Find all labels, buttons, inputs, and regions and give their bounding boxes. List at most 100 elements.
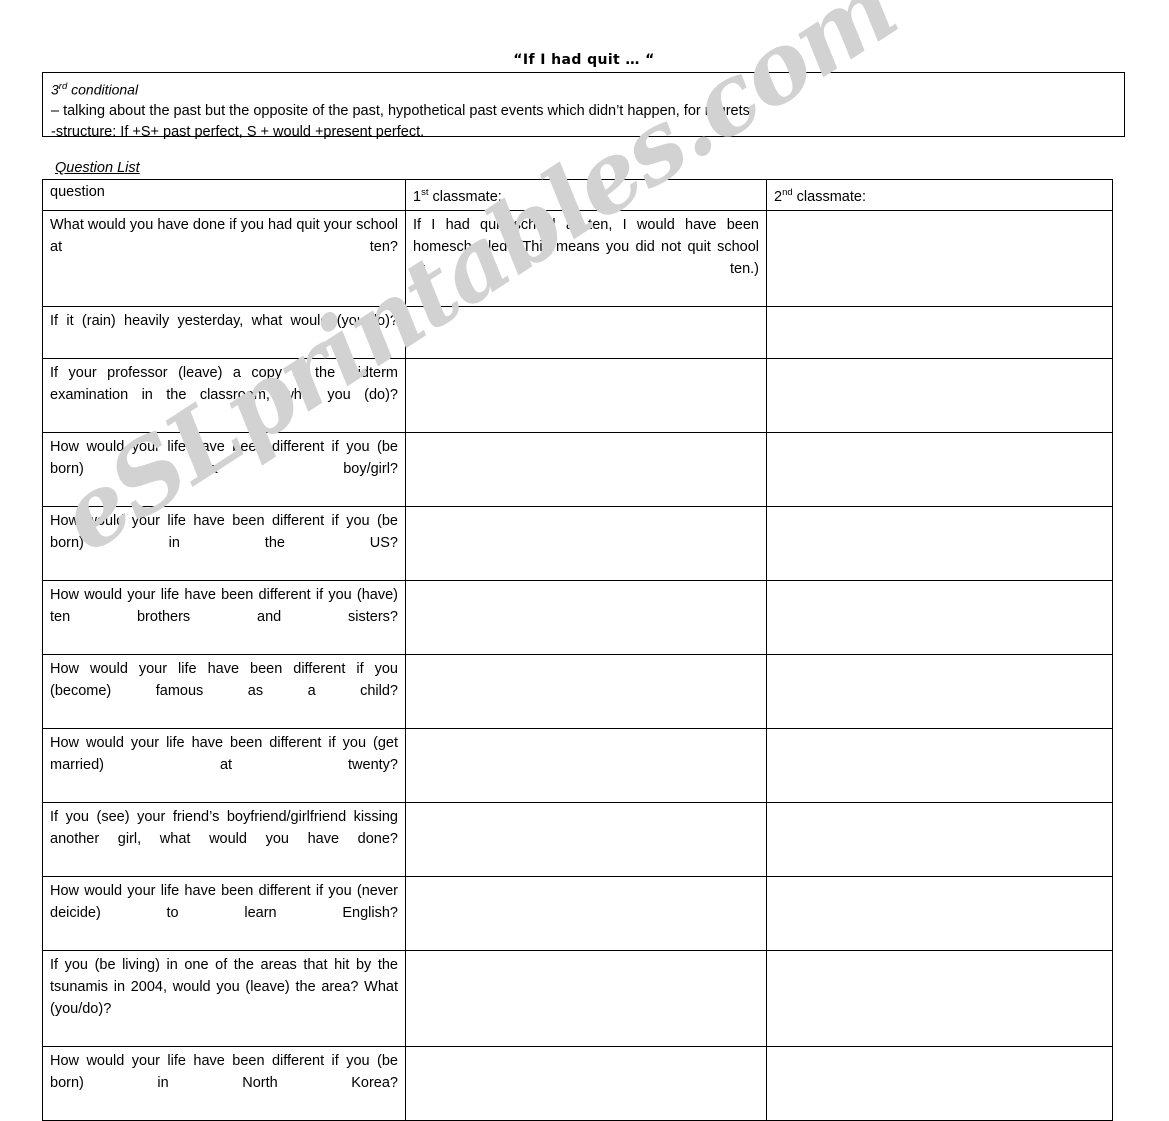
first-classmate-answer-text xyxy=(413,732,759,754)
first-classmate-answer-text xyxy=(413,436,759,458)
question-text: How would your life have been different … xyxy=(50,512,398,551)
first-classmate-answer-cell[interactable] xyxy=(405,653,767,729)
grammar-explanation-box: 3rd conditional – talking about the past… xyxy=(42,72,1125,140)
table-row: How would your life have been different … xyxy=(42,875,1113,951)
grammar-heading: 3rd conditional xyxy=(51,76,1118,101)
second-classmate-answer-cell[interactable] xyxy=(766,505,1113,581)
column-header-question: question xyxy=(42,179,406,211)
table-row: How would your life have been different … xyxy=(42,505,1113,581)
second-classmate-answer-cell[interactable] xyxy=(766,1045,1113,1121)
table-row: How would your life have been different … xyxy=(42,579,1113,655)
question-cell: How would your life have been different … xyxy=(42,431,406,507)
question-cell: If you (be living) in one of the areas t… xyxy=(42,949,406,1047)
first-classmate-answer-text xyxy=(413,310,759,332)
table-row: If you (be living) in one of the areas t… xyxy=(42,949,1113,1047)
first-classmate-answer-cell[interactable] xyxy=(405,949,767,1047)
second-classmate-answer-text xyxy=(774,954,1105,976)
second-classmate-answer-cell[interactable] xyxy=(766,305,1113,359)
first-classmate-answer-cell[interactable] xyxy=(405,505,767,581)
question-cell: If you (see) your friend’s boyfriend/gir… xyxy=(42,801,406,877)
question-text: What would you have done if you had quit… xyxy=(50,216,398,255)
question-text: How would your life have been different … xyxy=(50,586,398,625)
column-header-second-classmate: 2nd classmate: xyxy=(766,179,1113,211)
second-classmate-answer-cell[interactable] xyxy=(766,875,1113,951)
first-classmate-answer-text xyxy=(413,362,759,384)
second-classmate-answer-cell[interactable] xyxy=(766,949,1113,1047)
second-classmate-ordinal-suffix: nd xyxy=(782,187,793,198)
question-list-table: question 1st classmate: 2nd classmate: W… xyxy=(42,179,1113,1121)
table-row: If it (rain) heavily yesterday, what wou… xyxy=(42,305,1113,359)
first-classmate-answer-text xyxy=(413,658,759,680)
question-text: If you (see) your friend’s boyfriend/gir… xyxy=(50,808,398,847)
first-classmate-answer-text xyxy=(413,1050,759,1072)
question-table-body: What would you have done if you had quit… xyxy=(42,209,1113,1121)
first-classmate-answer-cell[interactable] xyxy=(405,1045,767,1121)
first-classmate-rest: classmate: xyxy=(428,188,502,205)
question-cell: How would your life have been different … xyxy=(42,1045,406,1121)
table-row: How would your life have been different … xyxy=(42,727,1113,803)
second-classmate-answer-text xyxy=(774,658,1105,680)
table-row: What would you have done if you had quit… xyxy=(42,209,1113,307)
table-row: If your professor (leave) a copy of the … xyxy=(42,357,1113,433)
second-classmate-answer-text xyxy=(774,880,1105,902)
second-classmate-rest: classmate: xyxy=(792,188,866,205)
question-cell: If it (rain) heavily yesterday, what wou… xyxy=(42,305,406,359)
question-text: How would your life have been different … xyxy=(50,438,398,477)
question-list-label: Question List xyxy=(55,160,140,176)
second-classmate-answer-text xyxy=(774,436,1105,458)
question-cell: What would you have done if you had quit… xyxy=(42,209,406,307)
first-classmate-answer-cell[interactable] xyxy=(405,727,767,803)
first-classmate-number: 1 xyxy=(413,188,422,205)
question-text: If your professor (leave) a copy of the … xyxy=(50,364,398,403)
page-title: “If I had quit … “ xyxy=(513,52,655,68)
second-classmate-answer-text xyxy=(774,806,1105,828)
first-classmate-answer-cell[interactable] xyxy=(405,875,767,951)
question-text: How would your life have been different … xyxy=(50,882,398,921)
table-header-row: question 1st classmate: 2nd classmate: xyxy=(42,179,1113,211)
first-classmate-answer-cell[interactable] xyxy=(405,431,767,507)
second-classmate-answer-cell[interactable] xyxy=(766,653,1113,729)
second-classmate-answer-text xyxy=(774,310,1105,332)
second-classmate-answer-cell[interactable] xyxy=(766,801,1113,877)
second-classmate-answer-text xyxy=(774,362,1105,384)
first-classmate-answer-cell[interactable] xyxy=(405,357,767,433)
first-classmate-answer-text xyxy=(413,510,759,532)
second-classmate-answer-cell[interactable] xyxy=(766,431,1113,507)
question-text: If you (be living) in one of the areas t… xyxy=(50,956,398,1017)
question-cell: How would your life have been different … xyxy=(42,653,406,729)
table-row: How would your life have been different … xyxy=(42,431,1113,507)
question-cell: How would your life have been different … xyxy=(42,727,406,803)
first-classmate-answer-text xyxy=(413,584,759,606)
second-classmate-answer-text xyxy=(774,584,1105,606)
question-cell: How would your life have been different … xyxy=(42,875,406,951)
table-row: How would your life have been different … xyxy=(42,1045,1113,1121)
second-classmate-answer-cell[interactable] xyxy=(766,579,1113,655)
second-classmate-answer-text xyxy=(774,732,1105,754)
question-text: How would your life have been different … xyxy=(50,660,398,699)
second-classmate-answer-text xyxy=(774,510,1105,532)
worksheet-page: “If I had quit … “ 3rd conditional – tal… xyxy=(0,0,1169,1121)
first-classmate-answer-text: If I had quit school at ten, I would hav… xyxy=(413,216,759,277)
question-cell: If your professor (leave) a copy of the … xyxy=(42,357,406,433)
question-text: How would your life have been different … xyxy=(50,1052,398,1091)
table-row: If you (see) your friend’s boyfriend/gir… xyxy=(42,801,1113,877)
second-classmate-answer-text xyxy=(774,1050,1105,1072)
grammar-description-line: – talking about the past but the opposit… xyxy=(51,102,750,119)
question-text: If it (rain) heavily yesterday, what wou… xyxy=(50,312,398,329)
first-classmate-answer-cell[interactable] xyxy=(405,579,767,655)
second-classmate-answer-text xyxy=(774,214,1105,236)
question-text: How would your life have been different … xyxy=(50,734,398,773)
table-row: How would your life have been different … xyxy=(42,653,1113,729)
first-classmate-answer-cell[interactable] xyxy=(405,801,767,877)
question-cell: How would your life have been different … xyxy=(42,505,406,581)
second-classmate-answer-cell[interactable] xyxy=(766,209,1113,307)
column-header-first-classmate: 1st classmate: xyxy=(405,179,767,211)
second-classmate-answer-cell[interactable] xyxy=(766,727,1113,803)
first-classmate-answer-text xyxy=(413,806,759,828)
first-classmate-answer-cell[interactable] xyxy=(405,305,767,359)
first-classmate-answer-text xyxy=(413,880,759,902)
question-cell: How would your life have been different … xyxy=(42,579,406,655)
second-classmate-answer-cell[interactable] xyxy=(766,357,1113,433)
grammar-heading-number: 3 xyxy=(51,81,59,98)
first-classmate-answer-cell[interactable]: If I had quit school at ten, I would hav… xyxy=(405,209,767,307)
